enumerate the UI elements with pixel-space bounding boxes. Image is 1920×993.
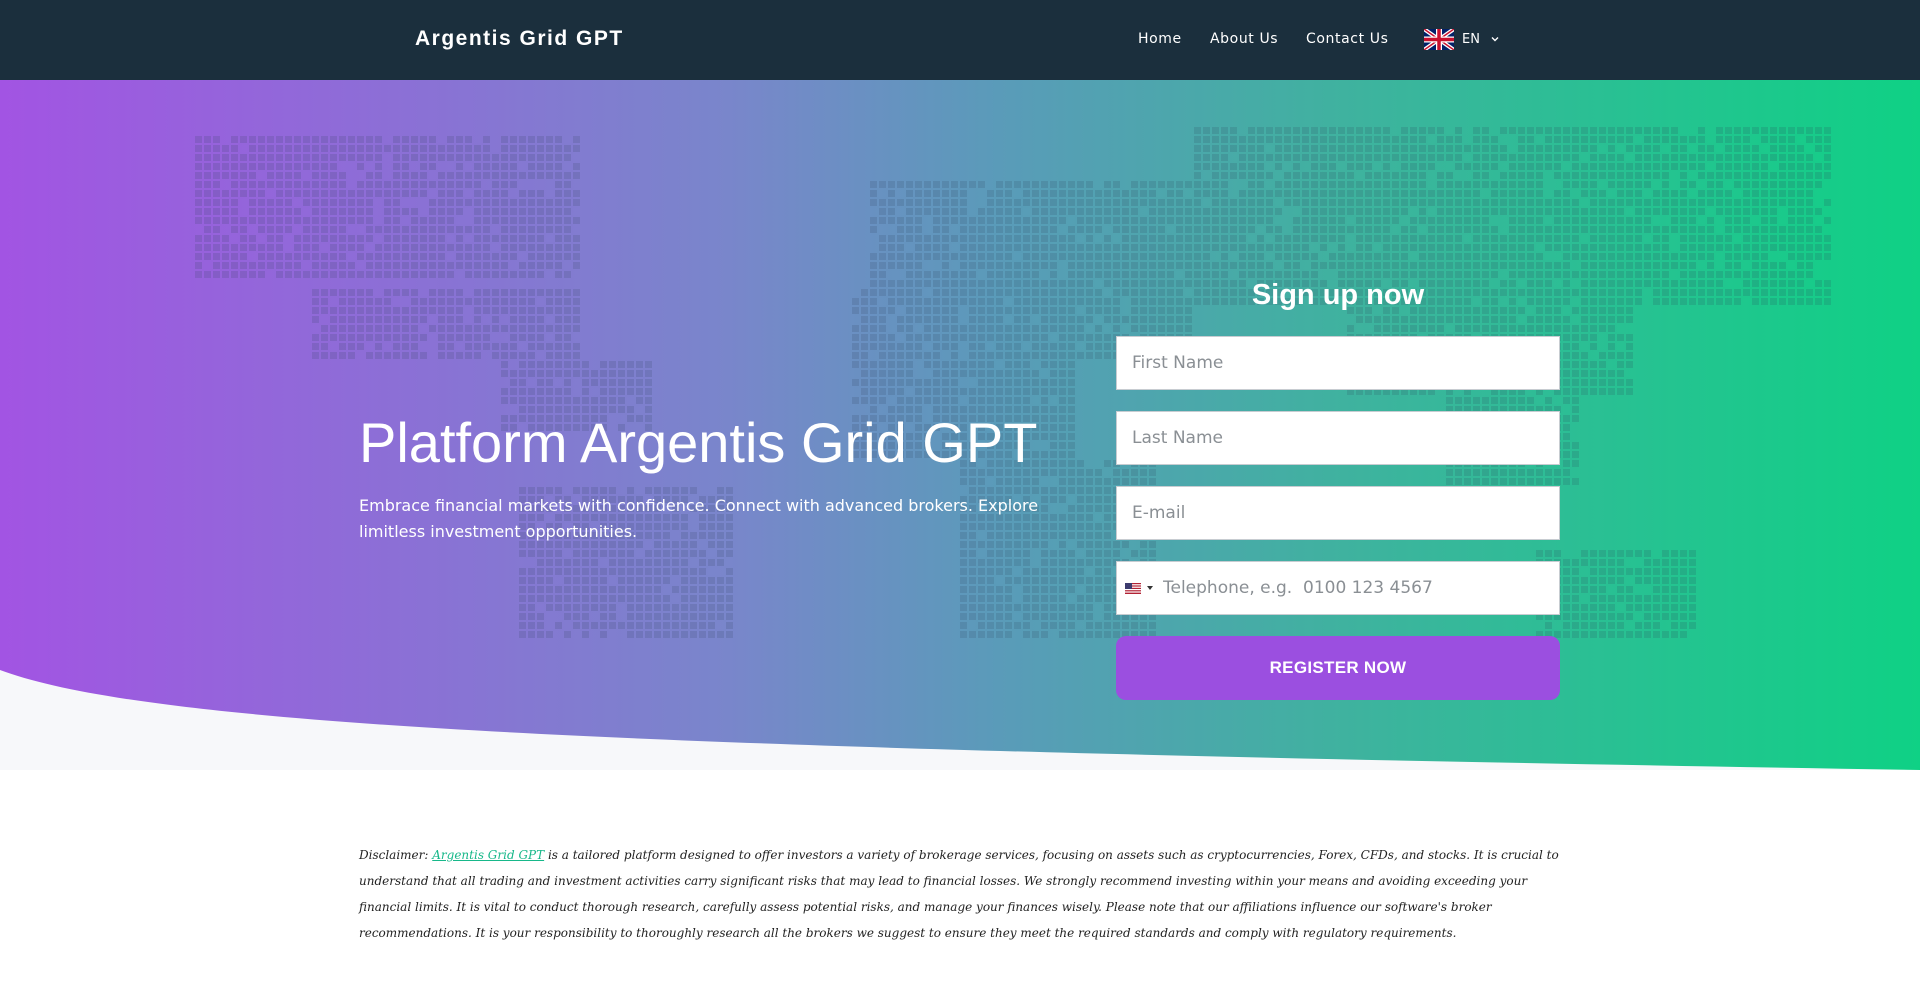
hero-subtitle: Embrace financial markets with confidenc… [359, 496, 1039, 541]
first-name-input[interactable] [1116, 336, 1560, 390]
site-header: Argentis Grid GPT Home About Us Contact … [0, 0, 1920, 80]
form-title: Sign up now [1251, 279, 1425, 311]
phone-input[interactable] [1163, 562, 1553, 614]
phone-field [1116, 561, 1560, 615]
email-input[interactable] [1116, 486, 1560, 540]
disclaimer-brand-link[interactable]: Argentis Grid GPT [432, 848, 544, 862]
language-code: EN [1462, 32, 1480, 47]
uk-flag-icon [1424, 29, 1454, 50]
nav-about-us[interactable]: About Us [1210, 31, 1278, 47]
hero-title: Platform Argentis Grid GPT [359, 411, 1038, 474]
disclaimer: Disclaimer: Argentis Grid GPT is a tailo… [359, 842, 1559, 946]
country-dropdown-caret-icon[interactable] [1147, 586, 1153, 590]
brand-logo[interactable]: Argentis Grid GPT [415, 27, 624, 51]
last-name-input[interactable] [1116, 411, 1560, 465]
disclaimer-prefix: Disclaimer: [359, 848, 433, 862]
language-selector[interactable]: EN [1424, 29, 1504, 51]
us-flag-icon[interactable] [1125, 583, 1141, 594]
register-now-button[interactable]: REGISTER NOW [1116, 636, 1560, 700]
hero-section: Platform Argentis Grid GPT Embrace finan… [0, 80, 1920, 770]
nav-contact-us[interactable]: Contact Us [1306, 31, 1388, 47]
nav-home[interactable]: Home [1138, 31, 1182, 47]
chevron-down-icon [1491, 37, 1499, 42]
